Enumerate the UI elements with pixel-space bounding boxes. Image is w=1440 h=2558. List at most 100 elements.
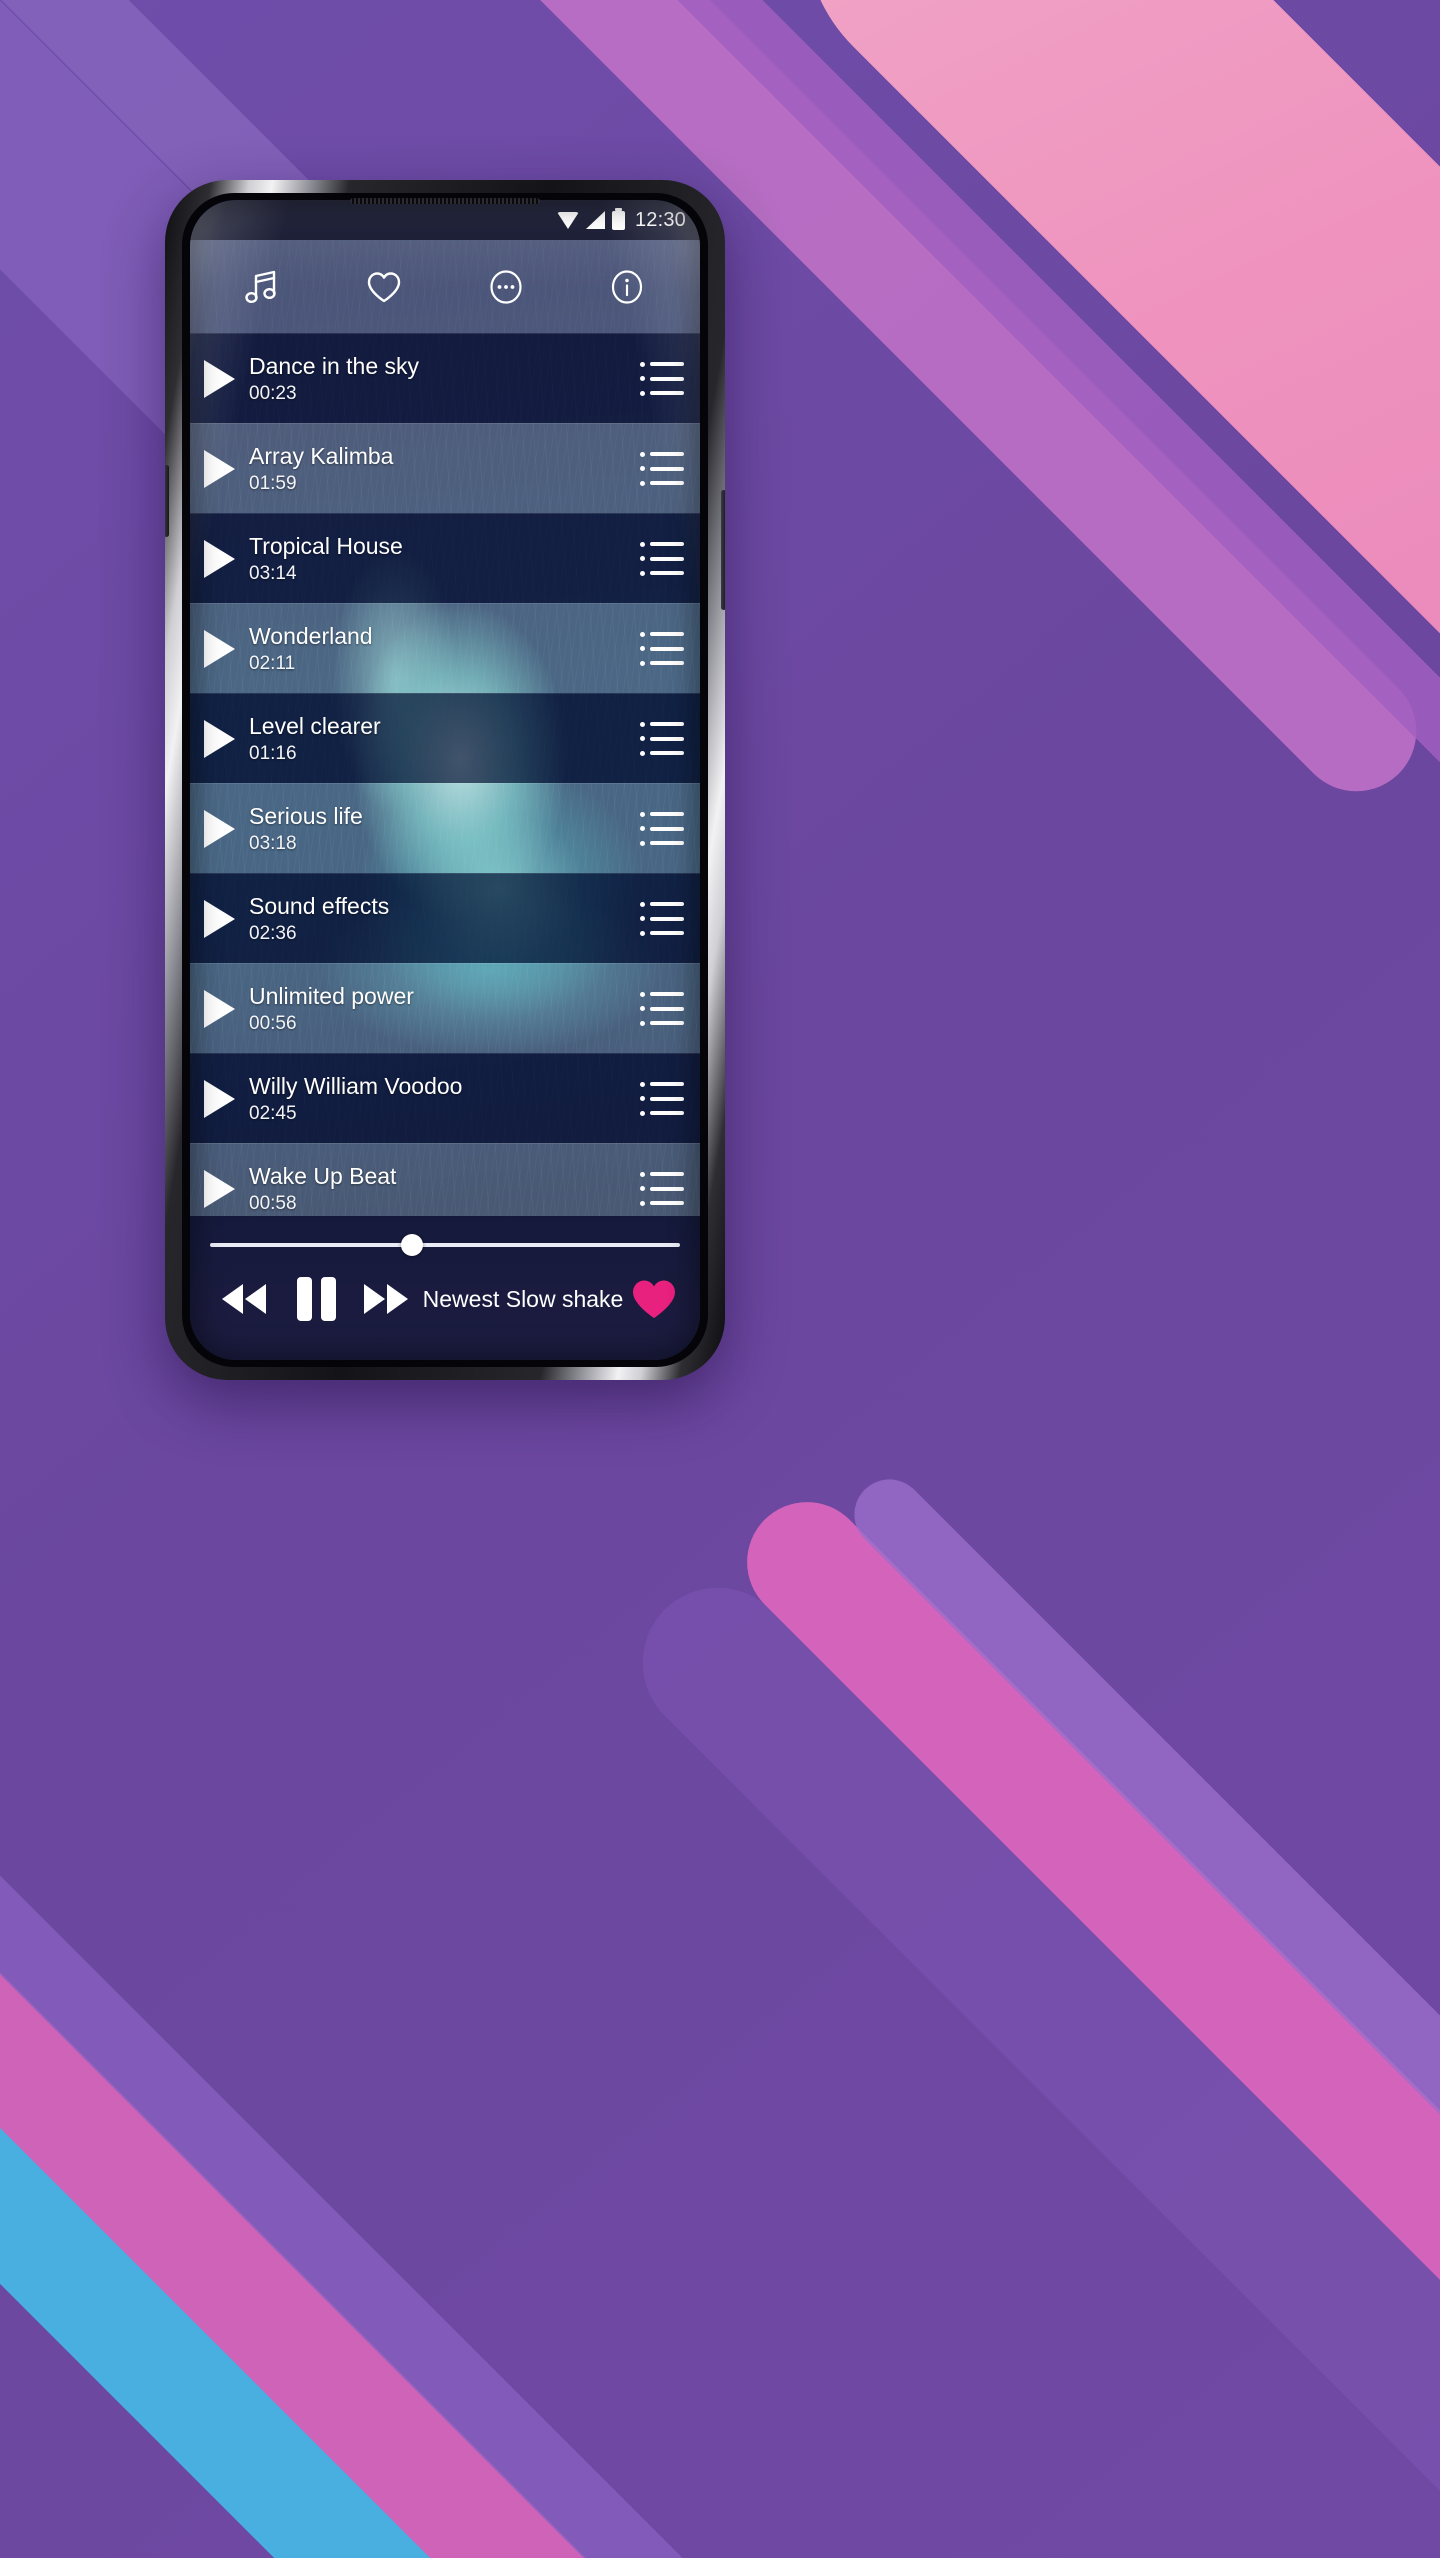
list-icon-row <box>640 1020 684 1026</box>
list-icon-row <box>640 991 684 997</box>
play-icon[interactable] <box>204 989 235 1028</box>
play-icon[interactable] <box>204 899 235 938</box>
list-icon-dot <box>640 930 645 936</box>
list-icon-bar <box>650 1006 684 1011</box>
list-icon-dot <box>640 570 645 576</box>
list-icon-row <box>640 660 684 666</box>
track-row[interactable]: Wonderland 02:11 <box>190 603 700 693</box>
track-options-list-icon[interactable] <box>640 991 684 1026</box>
list-icon-row <box>640 1096 684 1101</box>
seek-bar-track <box>210 1243 680 1247</box>
list-icon-dot <box>640 1171 645 1177</box>
list-icon-bar <box>650 736 684 741</box>
track-options-list-icon[interactable] <box>640 901 684 936</box>
track-title: Tropical House <box>249 532 403 559</box>
track-row[interactable]: Serious life 03:18 <box>190 783 700 873</box>
track-row[interactable]: Willy William Voodoo 02:45 <box>190 1053 700 1143</box>
music-note-icon[interactable] <box>235 259 291 315</box>
list-icon-row <box>640 570 684 576</box>
list-icon-dot <box>640 750 645 756</box>
list-icon-dot <box>640 826 645 831</box>
list-icon-row <box>640 736 684 741</box>
track-options-list-icon[interactable] <box>640 631 684 666</box>
battery-icon <box>611 207 625 230</box>
track-options-list-icon[interactable] <box>640 811 684 846</box>
list-icon-bar <box>650 646 684 651</box>
track-options-list-icon[interactable] <box>640 721 684 756</box>
list-icon-dot <box>640 390 645 396</box>
play-icon[interactable] <box>204 719 235 758</box>
status-bar-icons <box>556 207 625 230</box>
earpiece-speaker <box>350 198 540 204</box>
track-row[interactable]: Sound effects 02:36 <box>190 873 700 963</box>
list-icon-bar <box>650 376 684 381</box>
list-icon-bar <box>650 1021 684 1025</box>
track-row[interactable]: Dance in the sky 00:23 <box>190 333 700 423</box>
info-icon[interactable] <box>599 259 655 315</box>
list-icon-dot <box>640 1081 645 1087</box>
track-title: Sound effects <box>249 892 390 919</box>
track-options-list-icon[interactable] <box>640 541 684 576</box>
list-icon-dot <box>640 1186 645 1191</box>
track-row[interactable]: Tropical House 03:14 <box>190 513 700 603</box>
track-meta: Willy William Voodoo 02:45 <box>249 1072 640 1126</box>
fast-forward-button[interactable] <box>356 1274 416 1324</box>
play-icon[interactable] <box>204 539 235 578</box>
track-options-list-icon[interactable] <box>640 1081 684 1116</box>
play-icon[interactable] <box>204 1079 235 1118</box>
list-icon-row <box>640 1081 684 1087</box>
list-icon-bar <box>650 481 684 485</box>
list-icon-dot <box>640 811 645 817</box>
list-icon-dot <box>640 840 645 846</box>
list-icon-bar <box>650 571 684 575</box>
player-controls: Newest Slow shake <box>208 1274 682 1324</box>
track-row[interactable]: Wake Up Beat 00:58 <box>190 1143 700 1216</box>
play-icon[interactable] <box>204 449 235 488</box>
track-options-list-icon[interactable] <box>640 361 684 396</box>
play-icon[interactable] <box>204 1169 235 1208</box>
pause-button[interactable] <box>288 1274 344 1324</box>
list-icon-row <box>640 480 684 486</box>
track-row[interactable]: Array Kalimba 01:59 <box>190 423 700 513</box>
favorite-heart-icon[interactable] <box>630 1276 678 1322</box>
list-icon-dot <box>640 556 645 561</box>
track-options-list-icon[interactable] <box>640 1171 684 1206</box>
rewind-button[interactable] <box>214 1274 274 1324</box>
list-icon-bar <box>650 391 684 395</box>
list-icon-bar <box>650 556 684 561</box>
list-icon-row <box>640 631 684 637</box>
more-options-icon[interactable] <box>478 259 534 315</box>
list-icon-row <box>640 721 684 727</box>
wifi-icon <box>556 211 579 229</box>
list-icon-row <box>640 646 684 651</box>
list-icon-bar <box>650 992 684 996</box>
list-icon-dot <box>640 901 645 907</box>
heart-outline-icon[interactable] <box>356 259 412 315</box>
track-row[interactable]: Unlimited power 00:56 <box>190 963 700 1053</box>
track-meta: Level clearer 01:16 <box>249 712 640 766</box>
list-icon-row <box>640 1110 684 1116</box>
power-button[interactable] <box>721 490 725 610</box>
track-meta: Wonderland 02:11 <box>249 622 640 676</box>
list-icon-row <box>640 840 684 846</box>
seek-bar[interactable] <box>208 1234 682 1256</box>
track-options-list-icon[interactable] <box>640 451 684 486</box>
seek-bar-thumb[interactable] <box>400 1234 423 1256</box>
app-toolbar <box>190 240 700 333</box>
track-duration: 00:23 <box>249 382 297 404</box>
play-icon[interactable] <box>204 809 235 848</box>
play-icon[interactable] <box>204 629 235 668</box>
list-icon-dot <box>640 646 645 651</box>
track-row[interactable]: Level clearer 01:16 <box>190 693 700 783</box>
list-icon-row <box>640 1006 684 1011</box>
play-icon[interactable] <box>204 359 235 398</box>
list-icon-bar <box>650 1201 684 1205</box>
phone-screen: 12:30 Dance in the sky 00:23 Array Kalim… <box>190 200 700 1360</box>
pause-bar-left <box>296 1277 312 1321</box>
track-duration: 02:36 <box>249 922 297 944</box>
track-list[interactable]: Dance in the sky 00:23 Array Kalimba 01:59 T… <box>190 333 700 1216</box>
track-meta: Serious life 03:18 <box>249 802 640 856</box>
volume-button[interactable] <box>165 465 169 537</box>
list-icon-bar <box>650 542 684 546</box>
list-icon-dot <box>640 991 645 997</box>
